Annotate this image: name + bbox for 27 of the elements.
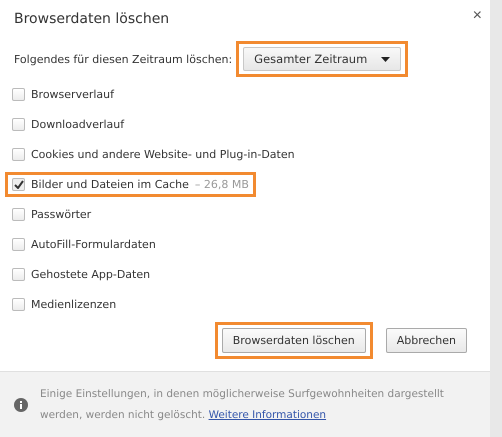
checkbox-label[interactable]: Bilder und Dateien im Cache: [31, 178, 189, 190]
checkbox[interactable]: [12, 268, 25, 280]
checkbox[interactable]: [12, 88, 25, 100]
checkbox-label[interactable]: Passwörter: [31, 208, 92, 220]
checkbox-label[interactable]: Gehostete App-Daten: [31, 268, 150, 280]
info-text: Einige Einstellungen, in denen möglicherweise Surfgewohnheiten dargestellt werden, werden nicht gelöscht. Weitere Informationen: [40, 386, 445, 422]
checkbox-label[interactable]: Downloadverlauf: [31, 118, 124, 130]
dialog-title: Browserdaten löschen: [14, 10, 170, 27]
close-button[interactable]: ×: [472, 8, 482, 24]
more-info-link[interactable]: Weitere Informationen: [208, 408, 326, 420]
size-text: – 26,8 MB: [194, 178, 249, 190]
checkbox-label[interactable]: Medienlizenzen: [31, 298, 116, 310]
checkbox-label[interactable]: AutoFill-Formulardaten: [31, 238, 156, 250]
checkbox[interactable]: [12, 148, 25, 160]
cancel-button[interactable]: Abbrechen: [386, 328, 467, 353]
caret-icon: [381, 56, 390, 62]
range-dropdown[interactable]: Gesamter Zeitraum: [243, 47, 402, 71]
checkbox-label[interactable]: Cookies und andere Website- und Plug-in-Daten: [31, 148, 295, 160]
clear-data-button[interactable]: Browserdaten löschen: [222, 328, 366, 353]
checkbox[interactable]: [12, 298, 25, 310]
checkbox[interactable]: [12, 238, 25, 250]
checkbox[interactable]: [12, 208, 25, 220]
checkbox[interactable]: [12, 118, 25, 130]
range-label: Folgendes für diesen Zeitraum löschen:: [14, 52, 232, 66]
checkbox[interactable]: [12, 178, 25, 190]
info-icon: [14, 398, 28, 412]
checkbox-label[interactable]: Browserverlauf: [31, 88, 114, 100]
